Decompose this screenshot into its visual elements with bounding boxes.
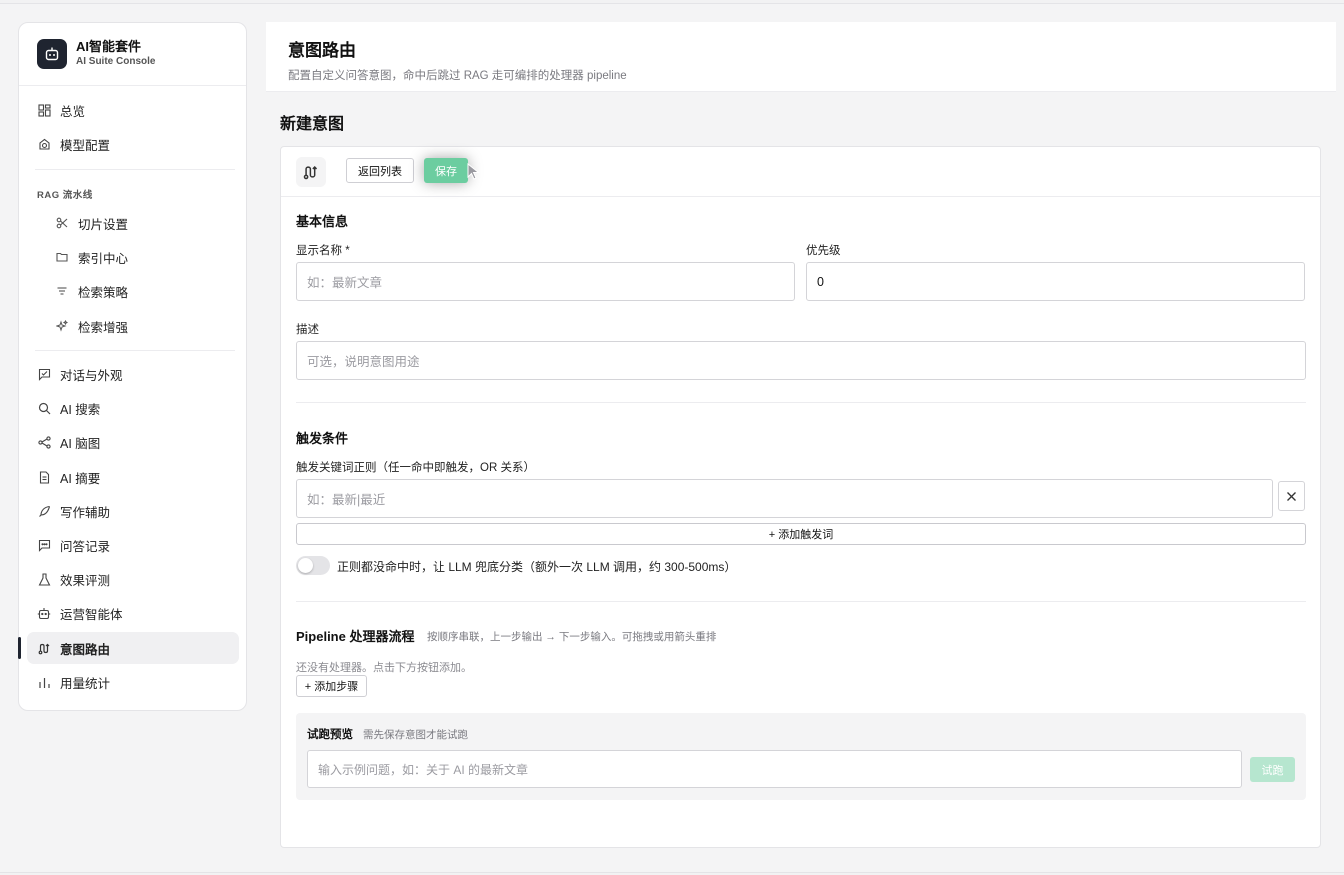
search-icon	[37, 401, 51, 415]
sidebar-item-ops-agent[interactable]: 运营智能体	[27, 597, 239, 629]
sidebar-item-ai-mindmap[interactable]: AI 脑图	[27, 426, 239, 458]
sidebar-item-usage-stats[interactable]: 用量统计	[27, 666, 239, 698]
sidebar-item-overview[interactable]: 总览	[27, 94, 239, 126]
nav-divider	[35, 169, 235, 170]
trial-preview-panel: 试跑预览 需先保存意图才能试跑 输入示例问题，如：关于 AI 的最新文章 试跑	[296, 713, 1306, 800]
pipeline-title: Pipeline 处理器流程	[296, 629, 415, 644]
route-icon	[37, 641, 51, 655]
sidebar-item-chat-appearance[interactable]: 对话与外观	[27, 358, 239, 390]
sidebar-item-index-center[interactable]: 索引中心	[27, 241, 239, 273]
chat-appearance-icon	[37, 367, 51, 381]
priority-label: 优先级	[806, 245, 841, 257]
sidebar-item-label: 切片设置	[78, 217, 129, 232]
mouse-cursor-icon	[467, 163, 480, 180]
sidebar-item-label: 运营智能体	[60, 607, 123, 622]
sidebar-item-intent-routing[interactable]: 意图路由	[27, 632, 239, 664]
sidebar-item-ai-search[interactable]: AI 搜索	[27, 392, 239, 424]
sidebar-item-label: 索引中心	[78, 251, 129, 266]
sidebar-item-qa-records[interactable]: 问答记录	[27, 529, 239, 561]
sidebar-item-label: 检索策略	[78, 285, 129, 300]
save-button[interactable]: 保存	[424, 158, 468, 183]
sidebar-item-label: 对话与外观	[60, 368, 123, 383]
trigger-title: 触发条件	[296, 431, 349, 446]
sidebar-item-evaluation[interactable]: 效果评测	[27, 563, 239, 595]
nav-section-rag: RAG 流水线	[37, 190, 93, 201]
intent-editor-card: 返回列表 保存 基本信息 显示名称 * 如：最新文章 优先级 0 描述 可选，说…	[280, 146, 1321, 848]
divider	[296, 402, 1306, 403]
sidebar-item-retrieval-strategy[interactable]: 检索策略	[27, 275, 239, 307]
add-trigger-button[interactable]: + 添加触发词	[296, 523, 1306, 545]
llm-fallback-toggle[interactable]	[296, 556, 330, 575]
close-icon	[1287, 491, 1296, 501]
active-indicator	[18, 637, 21, 659]
divider	[296, 601, 1306, 602]
llm-fallback-label: 正则都没命中时，让 LLM 兜底分类（额外一次 LLM 调用，约 300-500…	[337, 560, 737, 574]
preview-title: 试跑预览	[307, 729, 353, 741]
toggle-knob	[298, 558, 313, 573]
sidebar-item-label: AI 搜索	[60, 402, 101, 417]
preview-hint: 需先保存意图才能试跑	[363, 729, 468, 741]
sidebar-item-writing-assist[interactable]: 写作辅助	[27, 495, 239, 527]
sidebar-item-ai-summary[interactable]: AI 摘要	[27, 461, 239, 493]
run-trial-button[interactable]: 试跑	[1250, 757, 1295, 782]
sidebar-item-label: AI 脑图	[60, 436, 101, 451]
bot-icon	[37, 606, 51, 620]
page-title: 意图路由	[288, 41, 356, 60]
sidebar-item-label: 问答记录	[60, 539, 111, 554]
sidebar-item-label: 写作辅助	[60, 505, 111, 520]
mindmap-icon	[37, 435, 51, 449]
sidebar-item-retrieval-enhance[interactable]: 检索增强	[27, 310, 239, 342]
back-to-list-button[interactable]: 返回列表	[346, 158, 414, 183]
nav-divider	[35, 350, 235, 351]
brand-title: AI智能套件	[76, 39, 142, 54]
feather-icon	[37, 504, 51, 518]
pipeline-hint: 按顺序串联，上一步输出 → 下一步输入。可拖拽或用箭头重排	[427, 631, 717, 643]
scissors-icon	[55, 216, 69, 230]
sidebar-item-label: 用量统计	[60, 676, 111, 691]
robot-logo-icon	[37, 39, 67, 69]
sidebar-item-label: 总览	[60, 104, 86, 119]
page-description: 配置自定义问答意图，命中后跳过 RAG 走可编排的处理器 pipeline	[288, 70, 627, 82]
sidebar-item-label: AI 摘要	[60, 471, 101, 486]
preview-question-input[interactable]: 输入示例问题，如：关于 AI 的最新文章	[307, 750, 1242, 788]
name-label: 显示名称 *	[296, 245, 350, 257]
sidebar-item-label: 意图路由	[60, 642, 111, 657]
route-icon	[296, 157, 326, 187]
pipeline-empty-text: 还没有处理器。点击下方按钮添加。	[296, 662, 472, 674]
document-icon	[37, 470, 51, 484]
bar-chart-icon	[37, 675, 51, 689]
page-header: 意图路由 配置自定义问答意图，命中后跳过 RAG 走可编排的处理器 pipeli…	[266, 22, 1336, 92]
description-label: 描述	[296, 324, 319, 336]
brand-subtitle: AI Suite Console	[76, 56, 156, 67]
filter-icon	[55, 284, 69, 298]
basic-info-title: 基本信息	[296, 214, 349, 229]
name-input[interactable]: 如：最新文章	[296, 262, 795, 301]
sidebar-item-label: 模型配置	[60, 138, 111, 153]
sparkles-icon	[55, 319, 69, 333]
sidebar-item-chunking[interactable]: 切片设置	[27, 207, 239, 239]
message-icon	[37, 538, 51, 552]
brand: AI智能套件 AI Suite Console	[19, 23, 246, 86]
sidebar-item-model-config[interactable]: 模型配置	[27, 128, 239, 160]
folder-icon	[55, 250, 69, 264]
add-step-button[interactable]: + 添加步骤	[296, 675, 367, 697]
sidebar-item-label: 效果评测	[60, 573, 111, 588]
trigger-regex-input[interactable]: 如：最新|最近	[296, 479, 1273, 518]
sidebar: AI智能套件 AI Suite Console 总览 模型配置 RAG 流水线 …	[18, 22, 247, 711]
priority-input[interactable]: 0	[806, 262, 1305, 301]
flask-icon	[37, 572, 51, 586]
sidebar-item-label: 检索增强	[78, 320, 129, 335]
dashboard-icon	[37, 103, 51, 117]
description-input[interactable]: 可选，说明意图用途	[296, 341, 1306, 380]
model-icon	[37, 137, 51, 151]
section-title: 新建意图	[280, 116, 345, 133]
trigger-regex-label: 触发关键词正则（任一命中即触发，OR 关系）	[296, 462, 535, 474]
editor-toolbar: 返回列表 保存	[281, 147, 1320, 197]
remove-trigger-button[interactable]	[1278, 481, 1305, 511]
